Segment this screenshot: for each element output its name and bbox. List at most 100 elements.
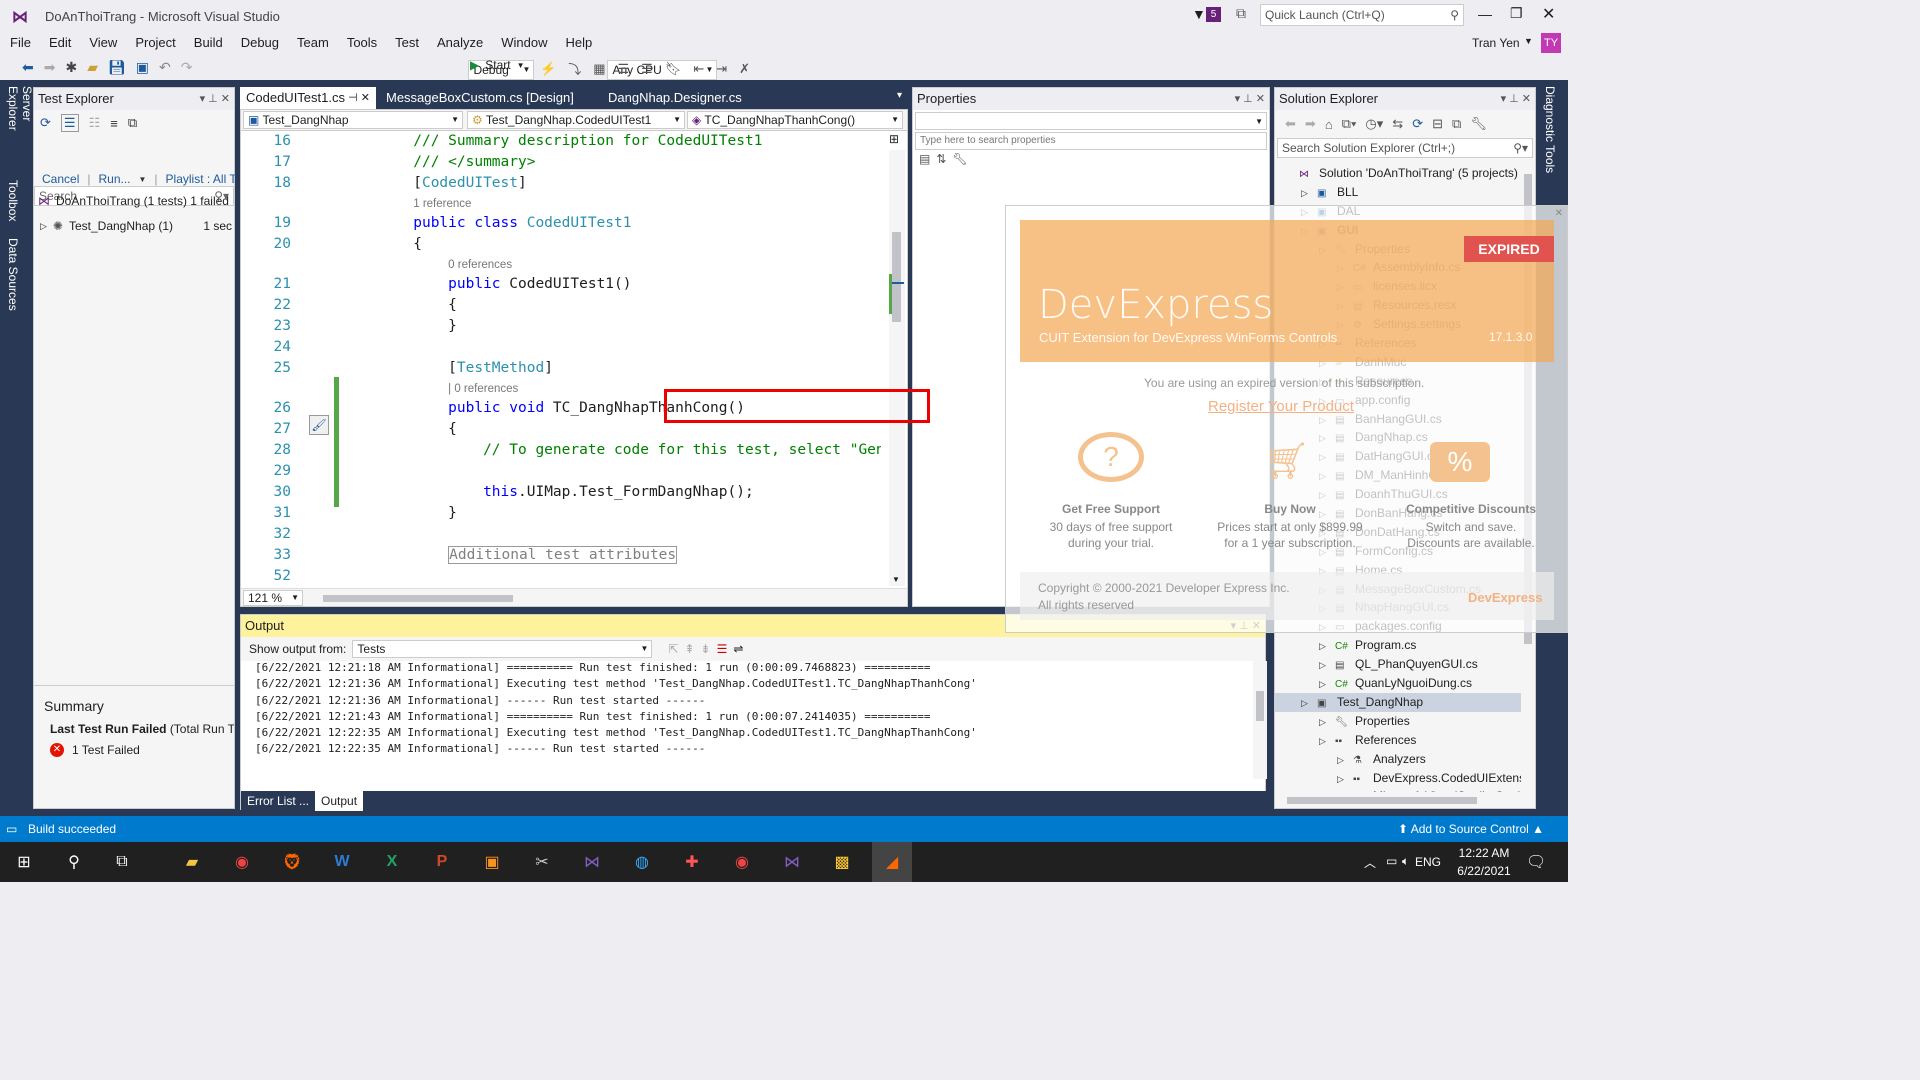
categorized-icon[interactable]: ▤ <box>919 152 930 166</box>
tab-output[interactable]: Output <box>315 791 364 811</box>
solution-item[interactable]: ▷🔧︎Properties <box>1275 712 1521 731</box>
notification-badge[interactable]: 5 <box>1206 7 1221 22</box>
expand-icon[interactable]: ▷ <box>1301 694 1317 713</box>
expand-icon[interactable]: ▷ <box>1319 637 1335 656</box>
solution-item[interactable]: ▷ C# QuanLyNguoiDung.cs <box>1275 674 1521 693</box>
vertical-scrollbar[interactable]: ▼ <box>889 150 905 586</box>
word-icon[interactable]: W <box>322 842 362 882</box>
chrome-icon[interactable]: ◉ <box>222 842 262 882</box>
powerpoint-icon[interactable]: P <box>422 842 462 882</box>
word-wrap-icon[interactable]: ⇌ <box>733 642 743 656</box>
redo-icon[interactable]: ↷ <box>181 59 193 76</box>
group-by-icon[interactable]: ☰ <box>60 114 79 132</box>
avatar[interactable]: TY <box>1541 33 1561 53</box>
run-link[interactable]: Run... <box>98 172 130 186</box>
class-nav-select[interactable]: ⚙ Test_DangNhap.CodedUITest1 ▼ <box>467 111 685 129</box>
failed-count[interactable]: 1 Test Failed <box>72 743 140 757</box>
devexpress-close-icon[interactable]: ✕ <box>1555 208 1563 219</box>
save-all-icon[interactable]: ▣ <box>136 59 149 76</box>
comment-icon[interactable]: ☰ <box>618 61 630 77</box>
chrome-icon-2[interactable]: ◉ <box>722 842 762 882</box>
open-file-icon[interactable]: ▰ <box>87 59 98 76</box>
output-vscroll[interactable] <box>1253 661 1267 779</box>
solution-item[interactable]: ▷ ▤ QL_PhanQuyenGUI.cs <box>1275 655 1521 674</box>
playlist-icon[interactable]: ☷ <box>89 115 101 131</box>
user-dropdown-icon[interactable]: ▼ <box>1524 36 1533 46</box>
properties-icon[interactable]: 🔧︎ <box>1470 116 1487 132</box>
snip-icon[interactable]: ✚ <box>672 842 712 882</box>
toolbox-tab[interactable]: Toolbox <box>6 180 20 238</box>
data-sources-tab[interactable]: Data Sources <box>6 238 20 318</box>
solution-item[interactable]: ▷ ▣ BLL <box>1275 183 1521 202</box>
code-line[interactable]: 17 /// </summary> <box>241 152 881 173</box>
step-icon[interactable]: ⤵ <box>568 59 581 78</box>
bookmark-icon[interactable]: 🔖︎ <box>665 61 682 77</box>
code-line[interactable]: 23 } <box>241 316 881 337</box>
start-windows-icon[interactable]: ⊞ <box>4 842 44 882</box>
sync-icon[interactable]: ⇆ <box>1392 116 1403 132</box>
menu-analyze[interactable]: Analyze <box>428 32 492 54</box>
switch-views-icon[interactable]: ⧉▾ <box>1342 116 1357 132</box>
browser-link-icon[interactable]: ⚡ <box>540 61 556 77</box>
close-button[interactable]: ✕ <box>1542 4 1555 24</box>
source-control-button[interactable]: ⬆ Add to Source Control ▲ <box>1398 816 1544 842</box>
app-icon[interactable]: ◍ <box>622 842 662 882</box>
list-icon[interactable]: ≡ <box>110 116 118 131</box>
brave-icon[interactable]: 🦁︎ <box>272 842 312 882</box>
code-line[interactable]: 32 <box>241 524 881 545</box>
pdf-icon[interactable]: ▣ <box>472 842 512 882</box>
solution-item[interactable]: ▷▪▪Microsoft.VisualStudio.Quali <box>1275 787 1521 792</box>
forward-icon[interactable]: ➡ <box>44 59 56 76</box>
prev-bookmark-icon[interactable]: ⇤ <box>693 61 704 77</box>
run-all-icon[interactable]: ⟳ <box>40 115 51 131</box>
server-explorer-tab[interactable]: Server Explorer <box>6 86 34 168</box>
refresh-icon[interactable]: ⟳ <box>1412 116 1423 132</box>
menu-file[interactable]: File <box>1 32 40 54</box>
tab-overflow-icon[interactable]: ▾ <box>897 90 902 101</box>
tab-messageboxcustom-design[interactable]: MessageBoxCustom.cs [Design] <box>380 87 580 109</box>
back-icon[interactable]: ⬅ <box>22 59 34 76</box>
volume-icon[interactable]: 🔈︎ <box>1402 854 1409 869</box>
test-child-row[interactable]: ▷ ✺ Test_DangNhap (1) 1 sec <box>40 219 236 233</box>
tray-chevron-icon[interactable]: ︿ <box>1364 854 1376 871</box>
notification-filter-icon[interactable]: ▼ <box>1192 6 1206 22</box>
feedback-icon[interactable]: ⧉ <box>1236 5 1246 22</box>
expand-icon[interactable]: ▷ <box>40 221 47 232</box>
code-area[interactable]: 16 /// Summary description for CodedUITe… <box>241 131 881 587</box>
menu-team[interactable]: Team <box>288 32 338 54</box>
maximize-button[interactable]: ❐ <box>1510 5 1523 22</box>
output-text[interactable]: [6/22/2021 12:21:18 AM Informational] ==… <box>255 660 1245 770</box>
expand-icon[interactable]: ▷ <box>1319 732 1335 751</box>
cancel-link[interactable]: Cancel <box>42 172 79 186</box>
quick-launch-input[interactable]: Quick Launch (Ctrl+Q) ⚲ <box>1260 4 1464 26</box>
solution-item[interactable]: ▷ ▣ Test_DangNhap <box>1275 692 1521 713</box>
properties-search-input[interactable]: Type here to search properties <box>915 132 1267 150</box>
next-bookmark-icon[interactable]: ⇥ <box>716 61 727 77</box>
start-button[interactable]: ▶ Start ▼ <box>470 58 525 72</box>
visual-studio-icon-2[interactable]: ⋈ <box>772 842 812 882</box>
solution-search-input[interactable]: Search Solution Explorer (Ctrl+;) ⚲▾ <box>1277 138 1533 158</box>
solution-item[interactable]: ▷ ▪▪ DevExpress.CodedUIExtensic <box>1275 769 1521 788</box>
uncomment-icon[interactable]: ☰ <box>641 61 653 77</box>
codelens-reference[interactable]: 0 references <box>241 255 881 274</box>
menu-build[interactable]: Build <box>185 32 232 54</box>
menu-project[interactable]: Project <box>126 32 184 54</box>
menu-window[interactable]: Window <box>492 32 556 54</box>
menu-test[interactable]: Test <box>386 32 428 54</box>
task-view-icon[interactable]: ⧉ <box>102 842 142 882</box>
home-icon[interactable]: ⌂ <box>1325 117 1333 132</box>
collapse-all-icon[interactable]: ⊟ <box>1432 116 1443 132</box>
taskbar-search-icon[interactable]: ⚲ <box>54 842 94 882</box>
member-nav-select[interactable]: ◈ TC_DangNhapThanhCong() ▼ <box>687 111 903 129</box>
alphabetical-icon[interactable]: ⇅ <box>936 152 946 166</box>
code-line[interactable]: 24 <box>241 337 881 358</box>
split-icon[interactable]: ⊞ <box>889 132 899 146</box>
reference-count[interactable]: 0 references <box>448 259 512 271</box>
output-source-select[interactable]: Tests ▼ <box>352 640 653 658</box>
language-indicator[interactable]: ENG <box>1415 855 1441 869</box>
property-pages-icon[interactable]: 🔧︎ <box>952 152 967 166</box>
solution-item[interactable]: ▷ C# Program.cs <box>1275 636 1521 655</box>
undo-icon[interactable]: ↶ <box>159 59 171 76</box>
pane-controls-icon[interactable]: ▾ ⊥ ✕ <box>1501 88 1531 110</box>
code-line[interactable]: 21 public CodedUITest1() <box>241 274 881 295</box>
